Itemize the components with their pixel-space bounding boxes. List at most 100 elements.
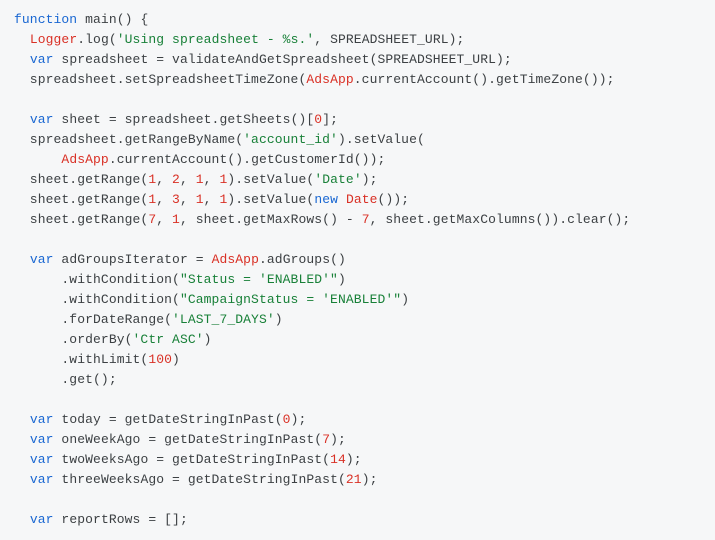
- code-text: ): [338, 272, 346, 287]
- string-literal: "Status = 'ENABLED'": [180, 272, 338, 287]
- code-text: , sheet.getMaxColumns()).clear();: [370, 212, 631, 227]
- code-text: threeWeeksAgo = getDateStringInPast(: [54, 472, 346, 487]
- code-text: ).setValue(: [227, 192, 314, 207]
- code-line: function main() {: [14, 10, 701, 30]
- code-text: spreadsheet.setSpreadsheetTimeZone(: [14, 72, 306, 87]
- code-text: ): [275, 312, 283, 327]
- code-line: var oneWeekAgo = getDateStringInPast(7);: [14, 430, 701, 450]
- blank-line: [14, 90, 701, 110]
- code-text: .withCondition(: [14, 272, 180, 287]
- blank-line: [14, 230, 701, 250]
- code-text: .orderBy(: [14, 332, 133, 347]
- string-literal: 'account_id': [243, 132, 338, 147]
- number-literal: 7: [362, 212, 370, 227]
- comma: ,: [204, 192, 220, 207]
- comma: ,: [156, 212, 172, 227]
- code-text: .get();: [14, 372, 117, 387]
- code-line: Logger.log('Using spreadsheet - %s.', SP…: [14, 30, 701, 50]
- type-ref: Date: [346, 192, 378, 207]
- indent: [14, 152, 61, 167]
- code-text: ).setValue(: [227, 172, 314, 187]
- code-text: ): [204, 332, 212, 347]
- code-line: .get();: [14, 370, 701, 390]
- number-literal: 21: [346, 472, 362, 487]
- code-block: function main() { Logger.log('Using spre…: [14, 10, 701, 530]
- code-text: oneWeekAgo = getDateStringInPast(: [54, 432, 323, 447]
- keyword: var: [30, 432, 54, 447]
- punct: () {: [117, 12, 149, 27]
- space: [338, 192, 346, 207]
- number-literal: 1: [196, 192, 204, 207]
- string-literal: 'LAST_7_DAYS': [172, 312, 275, 327]
- code-line: var spreadsheet = validateAndGetSpreadsh…: [14, 50, 701, 70]
- comma: ,: [204, 172, 220, 187]
- code-text: twoWeeksAgo = getDateStringInPast(: [54, 452, 331, 467]
- blank-line: [14, 490, 701, 510]
- type-ref: Logger: [30, 32, 77, 47]
- code-text: adGroupsIterator =: [54, 252, 212, 267]
- code-line: var adGroupsIterator = AdsApp.adGroups(): [14, 250, 701, 270]
- code-line: var twoWeeksAgo = getDateStringInPast(14…: [14, 450, 701, 470]
- keyword: var: [30, 112, 54, 127]
- number-literal: 1: [196, 172, 204, 187]
- code-text: .log(: [77, 32, 117, 47]
- code-text: ).setValue(: [338, 132, 425, 147]
- number-literal: 0: [314, 112, 322, 127]
- keyword: function: [14, 12, 77, 27]
- code-line: var reportRows = [];: [14, 510, 701, 530]
- code-line: sheet.getRange( 7, 1, sheet.getMaxRows() …: [14, 210, 701, 230]
- number-literal: 100: [148, 352, 172, 367]
- string-literal: "CampaignStatus = 'ENABLED'": [180, 292, 401, 307]
- string-literal: 'Date': [314, 172, 361, 187]
- keyword: var: [30, 452, 54, 467]
- code-text: ());: [378, 192, 410, 207]
- code-text: .withCondition(: [14, 292, 180, 307]
- type-ref: AdsApp: [61, 152, 108, 167]
- string-literal: 'Using spreadsheet - %s.': [117, 32, 315, 47]
- code-text: .currentAccount().getTimeZone());: [354, 72, 615, 87]
- keyword: var: [30, 252, 54, 267]
- comma: ,: [156, 172, 172, 187]
- code-text: spreadsheet.getRangeByName(: [14, 132, 243, 147]
- comma: ,: [180, 192, 196, 207]
- code-text: today = getDateStringInPast(: [54, 412, 283, 427]
- blank-line: [14, 390, 701, 410]
- code-line: var threeWeeksAgo = getDateStringInPast(…: [14, 470, 701, 490]
- code-text: ): [172, 352, 180, 367]
- code-line: .orderBy('Ctr ASC'): [14, 330, 701, 350]
- number-literal: 7: [322, 432, 330, 447]
- type-ref: AdsApp: [212, 252, 259, 267]
- comma: ,: [156, 192, 172, 207]
- indent: [14, 32, 30, 47]
- code-text: reportRows = [];: [54, 512, 188, 527]
- code-text: );: [330, 432, 346, 447]
- keyword: var: [30, 472, 54, 487]
- code-line: spreadsheet.getRangeByName('account_id')…: [14, 130, 701, 150]
- code-line: .forDateRange('LAST_7_DAYS'): [14, 310, 701, 330]
- code-text: , SPREADSHEET_URL);: [314, 32, 464, 47]
- code-text: .adGroups(): [259, 252, 346, 267]
- code-line: spreadsheet.setSpreadsheetTimeZone(AdsAp…: [14, 70, 701, 90]
- code-text: ];: [322, 112, 338, 127]
- comma: ,: [180, 172, 196, 187]
- keyword: new: [314, 192, 338, 207]
- function-name: main: [77, 12, 117, 27]
- code-line: var today = getDateStringInPast(0);: [14, 410, 701, 430]
- code-text: );: [291, 412, 307, 427]
- number-literal: 0: [283, 412, 291, 427]
- keyword: var: [30, 52, 54, 67]
- number-literal: 1: [172, 212, 180, 227]
- code-text: );: [362, 172, 378, 187]
- code-text: sheet.getRange(: [14, 212, 148, 227]
- code-line: .withCondition("Status = 'ENABLED'"): [14, 270, 701, 290]
- keyword: var: [30, 512, 54, 527]
- code-line: var sheet = spreadsheet.getSheets()[0];: [14, 110, 701, 130]
- code-text: spreadsheet = validateAndGetSpreadsheet(…: [54, 52, 512, 67]
- code-text: ): [401, 292, 409, 307]
- code-text: , sheet.getMaxRows() -: [180, 212, 362, 227]
- number-literal: 3: [172, 192, 180, 207]
- code-line: .withLimit(100): [14, 350, 701, 370]
- code-text: );: [362, 472, 378, 487]
- code-line: AdsApp.currentAccount().getCustomerId())…: [14, 150, 701, 170]
- number-literal: 2: [172, 172, 180, 187]
